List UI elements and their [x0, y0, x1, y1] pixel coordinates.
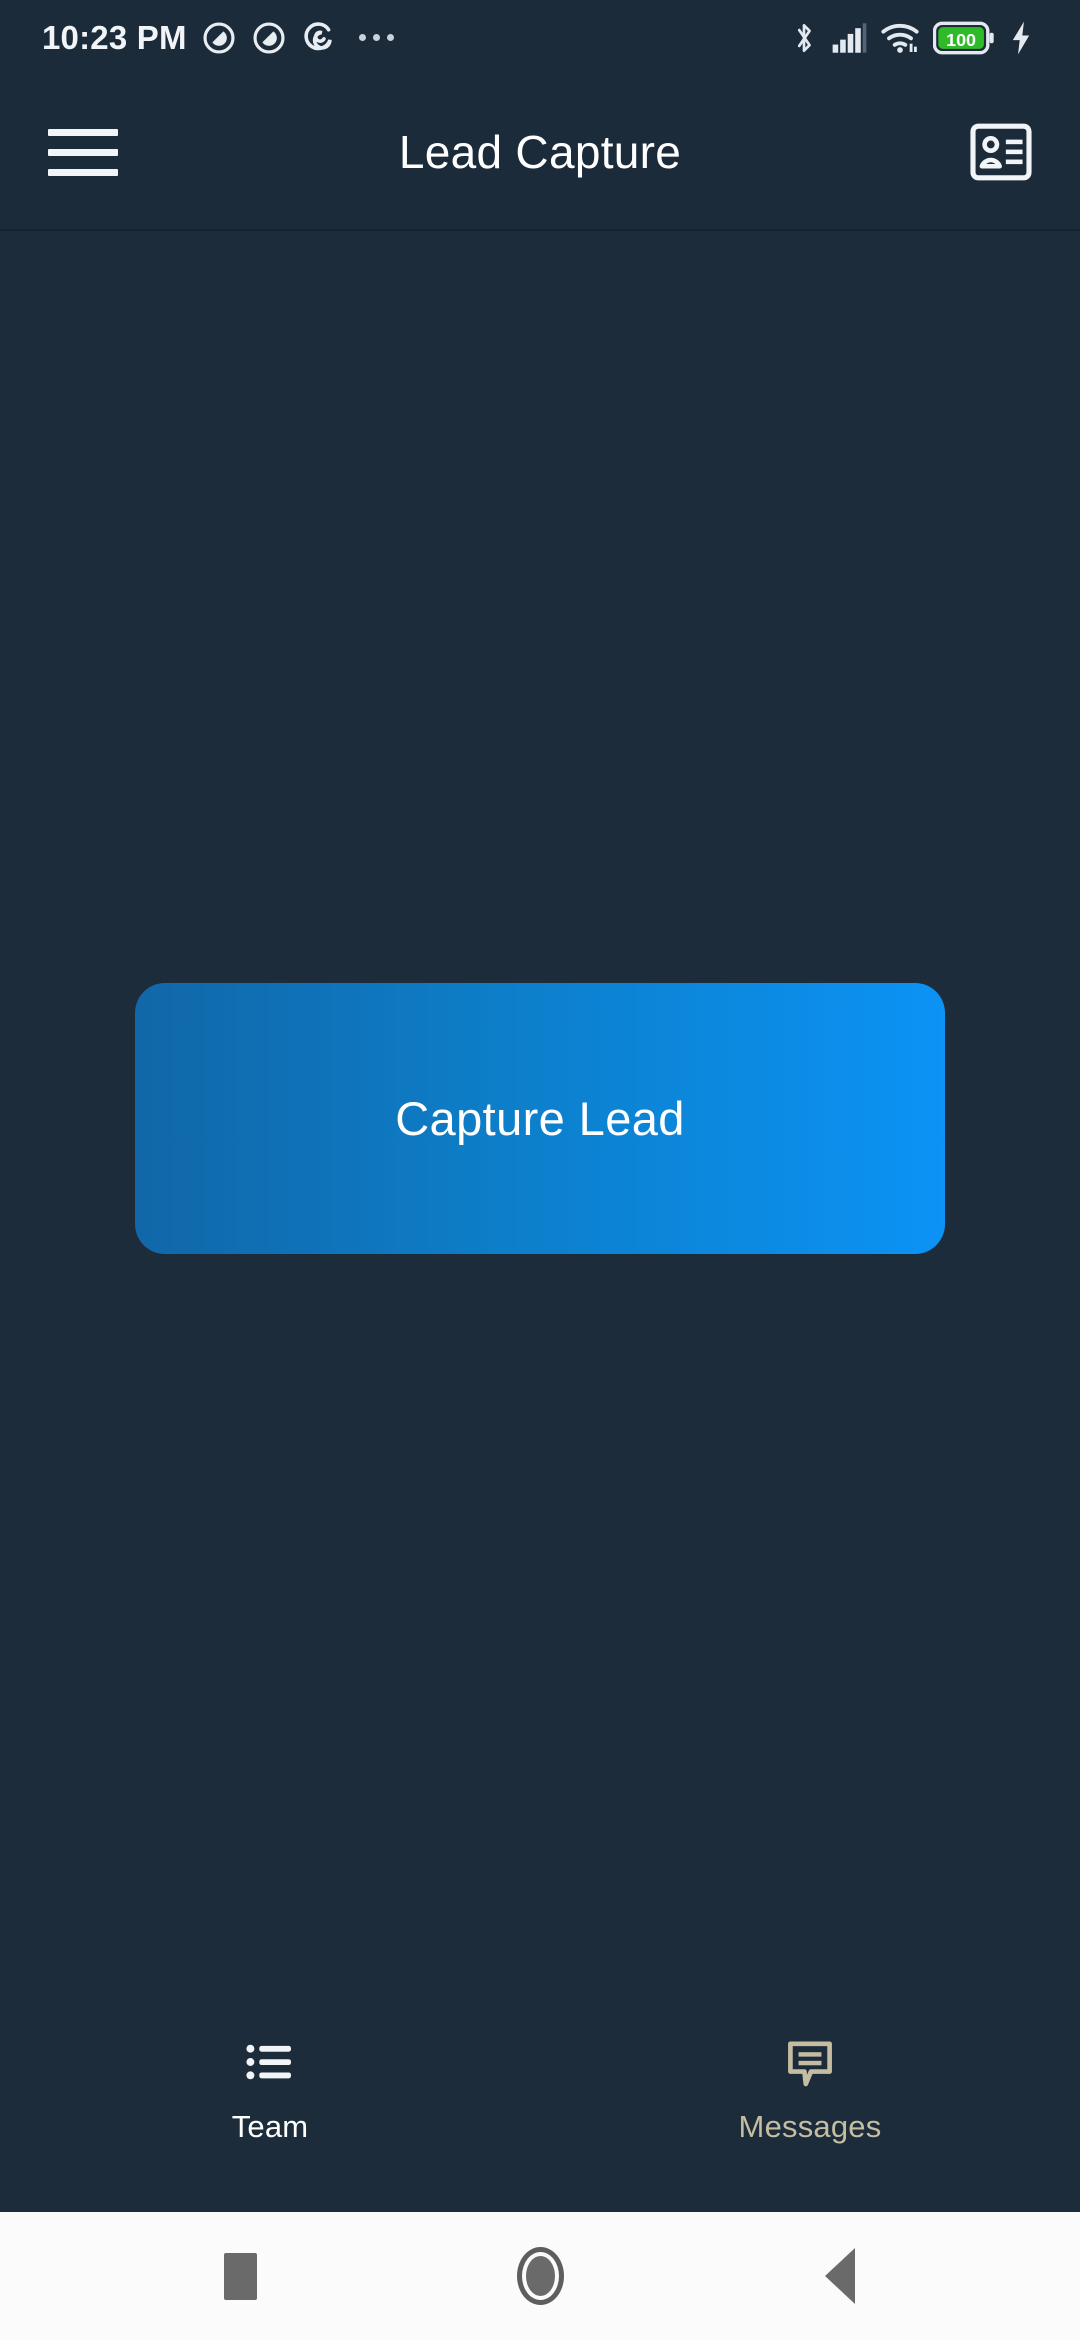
bluetooth-icon: [790, 19, 818, 57]
recents-square-icon[interactable]: [195, 2231, 285, 2321]
list-icon: [242, 2034, 298, 2095]
battery-icon: 100: [933, 21, 995, 55]
bottom-nav-item-team[interactable]: Team: [0, 2034, 540, 2145]
overflow-dots-icon: [358, 34, 394, 41]
capture-lead-button[interactable]: Capture Lead: [135, 983, 945, 1254]
main-content: Capture Lead Team Messages: [0, 233, 1080, 2212]
wifi-icon: [880, 21, 920, 55]
bottom-navigation: Team Messages: [0, 2012, 1080, 2212]
bottom-nav-item-messages[interactable]: Messages: [540, 2034, 1080, 2145]
status-bar-left: 10:23 PM: [42, 19, 394, 57]
notification-circle-icon: [251, 20, 287, 56]
status-bar-clock: 10:23 PM: [42, 18, 187, 56]
battery-level-text: 100: [946, 29, 976, 49]
android-navigation-bar: [0, 2212, 1080, 2340]
back-triangle-icon[interactable]: [795, 2231, 885, 2321]
home-circle-icon[interactable]: [495, 2231, 585, 2321]
bottom-nav-label-team: Team: [231, 2109, 309, 2144]
contact-badge-icon[interactable]: [962, 113, 1040, 191]
status-bar-right: 100: [790, 19, 1056, 57]
charging-bolt-icon: [1008, 20, 1034, 56]
page-title: Lead Capture: [398, 126, 682, 178]
capture-lead-button-label: Capture Lead: [395, 1092, 685, 1145]
phone-screen: 10:23 PM 100 Lead Capture Capture Lead T…: [0, 0, 1080, 2340]
message-bubble-icon: [782, 2034, 838, 2095]
notification-circle-icon: [201, 20, 237, 56]
spiral-app-icon: [301, 21, 335, 55]
status-bar: 10:23 PM 100: [0, 0, 1080, 75]
app-bar: Lead Capture: [0, 75, 1080, 231]
bottom-nav-label-messages: Messages: [738, 2109, 882, 2144]
hamburger-menu-icon[interactable]: [46, 115, 120, 189]
cellular-signal-icon: [831, 21, 867, 55]
